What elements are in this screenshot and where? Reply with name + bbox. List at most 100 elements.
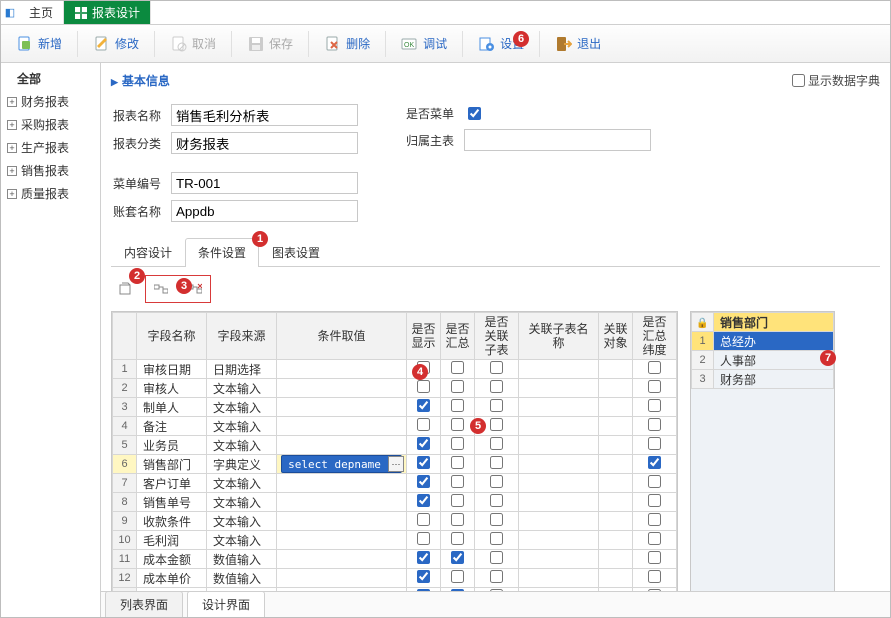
condition-grid[interactable]: 4 5 字段名称字段来源条件取值是否显示是否汇总是否关联子表关联子表名称关联对象… bbox=[111, 311, 678, 591]
chk-show[interactable] bbox=[417, 494, 430, 507]
table-row[interactable]: 6销售部门字典定义select depname⋯ bbox=[113, 455, 677, 474]
subtab-content[interactable]: 内容设计 bbox=[111, 238, 185, 266]
chk-sum[interactable] bbox=[451, 513, 464, 526]
chk-show[interactable] bbox=[417, 532, 430, 545]
input-report-name[interactable] bbox=[171, 104, 358, 126]
bottom-tab-list[interactable]: 列表界面 bbox=[105, 591, 183, 617]
cell-relobj[interactable] bbox=[599, 474, 633, 493]
table-row[interactable]: 2审核人文本输入 bbox=[113, 379, 677, 398]
chk-dim[interactable] bbox=[648, 456, 661, 469]
list-item[interactable]: 3财务部 bbox=[692, 370, 834, 389]
input-owner-table[interactable] bbox=[464, 129, 651, 151]
input-menu-no[interactable] bbox=[171, 172, 358, 194]
category-tree[interactable]: 全部 +财务报表+采购报表+生产报表+销售报表+质量报表 bbox=[1, 63, 101, 617]
table-row[interactable]: 10毛利润文本输入 bbox=[113, 531, 677, 550]
cell-relobj[interactable] bbox=[599, 455, 633, 474]
dept-list[interactable]: 7 🔒销售部门1总经办2人事部3财务部 bbox=[690, 311, 835, 591]
chk-show[interactable] bbox=[417, 456, 430, 469]
save-button[interactable]: 保存 bbox=[238, 30, 302, 58]
chk-rel[interactable] bbox=[490, 551, 503, 564]
cell-relname[interactable] bbox=[519, 360, 599, 379]
debug-button[interactable]: OK调试 bbox=[392, 30, 456, 58]
list-item[interactable]: 2人事部 bbox=[692, 351, 834, 370]
col-header[interactable]: 是否显示 bbox=[407, 313, 441, 360]
chk-show[interactable] bbox=[417, 418, 430, 431]
chk-sum[interactable] bbox=[451, 456, 464, 469]
chk-show[interactable] bbox=[417, 570, 430, 583]
subtab-condition[interactable]: 条件设置 1 bbox=[185, 238, 259, 266]
refresh-button[interactable] bbox=[115, 278, 137, 300]
chk-rel[interactable] bbox=[490, 532, 503, 545]
expand-icon[interactable]: + bbox=[7, 166, 17, 176]
expand-icon[interactable]: + bbox=[7, 143, 17, 153]
chk-sum[interactable] bbox=[451, 437, 464, 450]
cell-relobj[interactable] bbox=[599, 550, 633, 569]
tree-item[interactable]: +生产报表 bbox=[1, 136, 100, 159]
chk-rel[interactable] bbox=[490, 437, 503, 450]
chk-sum[interactable] bbox=[451, 551, 464, 564]
cell-cond[interactable] bbox=[277, 436, 407, 455]
cell-relname[interactable] bbox=[519, 436, 599, 455]
chk-dim[interactable] bbox=[648, 570, 661, 583]
expand-icon[interactable]: + bbox=[7, 97, 17, 107]
chk-show[interactable] bbox=[417, 361, 430, 374]
show-dict-checkbox[interactable] bbox=[792, 74, 805, 87]
table-row[interactable]: 4备注文本输入 bbox=[113, 417, 677, 436]
chk-show[interactable] bbox=[417, 513, 430, 526]
cell-cond[interactable]: select depname⋯ bbox=[277, 455, 407, 474]
cell-relname[interactable] bbox=[519, 550, 599, 569]
chk-rel[interactable] bbox=[490, 570, 503, 583]
chk-dim[interactable] bbox=[648, 361, 661, 374]
cell-cond[interactable] bbox=[277, 493, 407, 512]
cell-relname[interactable] bbox=[519, 474, 599, 493]
cell-cond[interactable] bbox=[277, 379, 407, 398]
tree-item[interactable]: +采购报表 bbox=[1, 113, 100, 136]
chk-dim[interactable] bbox=[648, 513, 661, 526]
exit-button[interactable]: 退出 bbox=[546, 30, 610, 58]
tree-item[interactable]: +质量报表 bbox=[1, 182, 100, 205]
chk-dim[interactable] bbox=[648, 532, 661, 545]
cancel-button[interactable]: 取消 bbox=[161, 30, 225, 58]
chk-sum[interactable] bbox=[451, 361, 464, 374]
cell-relname[interactable] bbox=[519, 379, 599, 398]
chk-show[interactable] bbox=[417, 399, 430, 412]
table-row[interactable]: 5业务员文本输入 bbox=[113, 436, 677, 455]
chk-sum[interactable] bbox=[451, 570, 464, 583]
tree-item[interactable]: +销售报表 bbox=[1, 159, 100, 182]
table-row[interactable]: 11成本金额数值输入 bbox=[113, 550, 677, 569]
cell-relobj[interactable] bbox=[599, 512, 633, 531]
tree-item[interactable]: +财务报表 bbox=[1, 90, 100, 113]
chk-sum[interactable] bbox=[451, 494, 464, 507]
cell-relobj[interactable] bbox=[599, 569, 633, 588]
chk-dim[interactable] bbox=[648, 399, 661, 412]
chk-dim[interactable] bbox=[648, 494, 661, 507]
chk-dim[interactable] bbox=[648, 551, 661, 564]
chk-sum[interactable] bbox=[451, 399, 464, 412]
show-dict-toggle[interactable]: 显示数据字典 bbox=[788, 71, 880, 90]
link-add-button[interactable] bbox=[150, 278, 172, 300]
cell-cond[interactable] bbox=[277, 550, 407, 569]
chk-sum[interactable] bbox=[451, 418, 464, 431]
col-header[interactable]: 字段来源 bbox=[207, 313, 277, 360]
expand-icon[interactable]: + bbox=[7, 189, 17, 199]
check-is-menu[interactable] bbox=[468, 107, 481, 120]
tab-home[interactable]: 主页 bbox=[19, 1, 64, 24]
cell-relname[interactable] bbox=[519, 417, 599, 436]
col-header[interactable]: 是否关联子表 bbox=[475, 313, 519, 360]
cell-cond[interactable] bbox=[277, 474, 407, 493]
cell-cond[interactable] bbox=[277, 398, 407, 417]
col-header[interactable]: 是否汇总纬度 bbox=[633, 313, 677, 360]
cell-relobj[interactable] bbox=[599, 360, 633, 379]
chk-dim[interactable] bbox=[648, 437, 661, 450]
chk-dim[interactable] bbox=[648, 380, 661, 393]
chk-rel[interactable] bbox=[490, 513, 503, 526]
chk-rel[interactable] bbox=[490, 475, 503, 488]
chk-dim[interactable] bbox=[648, 418, 661, 431]
table-row[interactable]: 1审核日期日期选择 bbox=[113, 360, 677, 379]
settings-button[interactable]: 设置 bbox=[469, 30, 533, 58]
bottom-tab-design[interactable]: 设计界面 bbox=[187, 591, 265, 617]
cond-ellipsis-button[interactable]: ⋯ bbox=[388, 456, 404, 472]
col-header[interactable]: 是否汇总 bbox=[441, 313, 475, 360]
cell-relobj[interactable] bbox=[599, 417, 633, 436]
chk-show[interactable] bbox=[417, 380, 430, 393]
